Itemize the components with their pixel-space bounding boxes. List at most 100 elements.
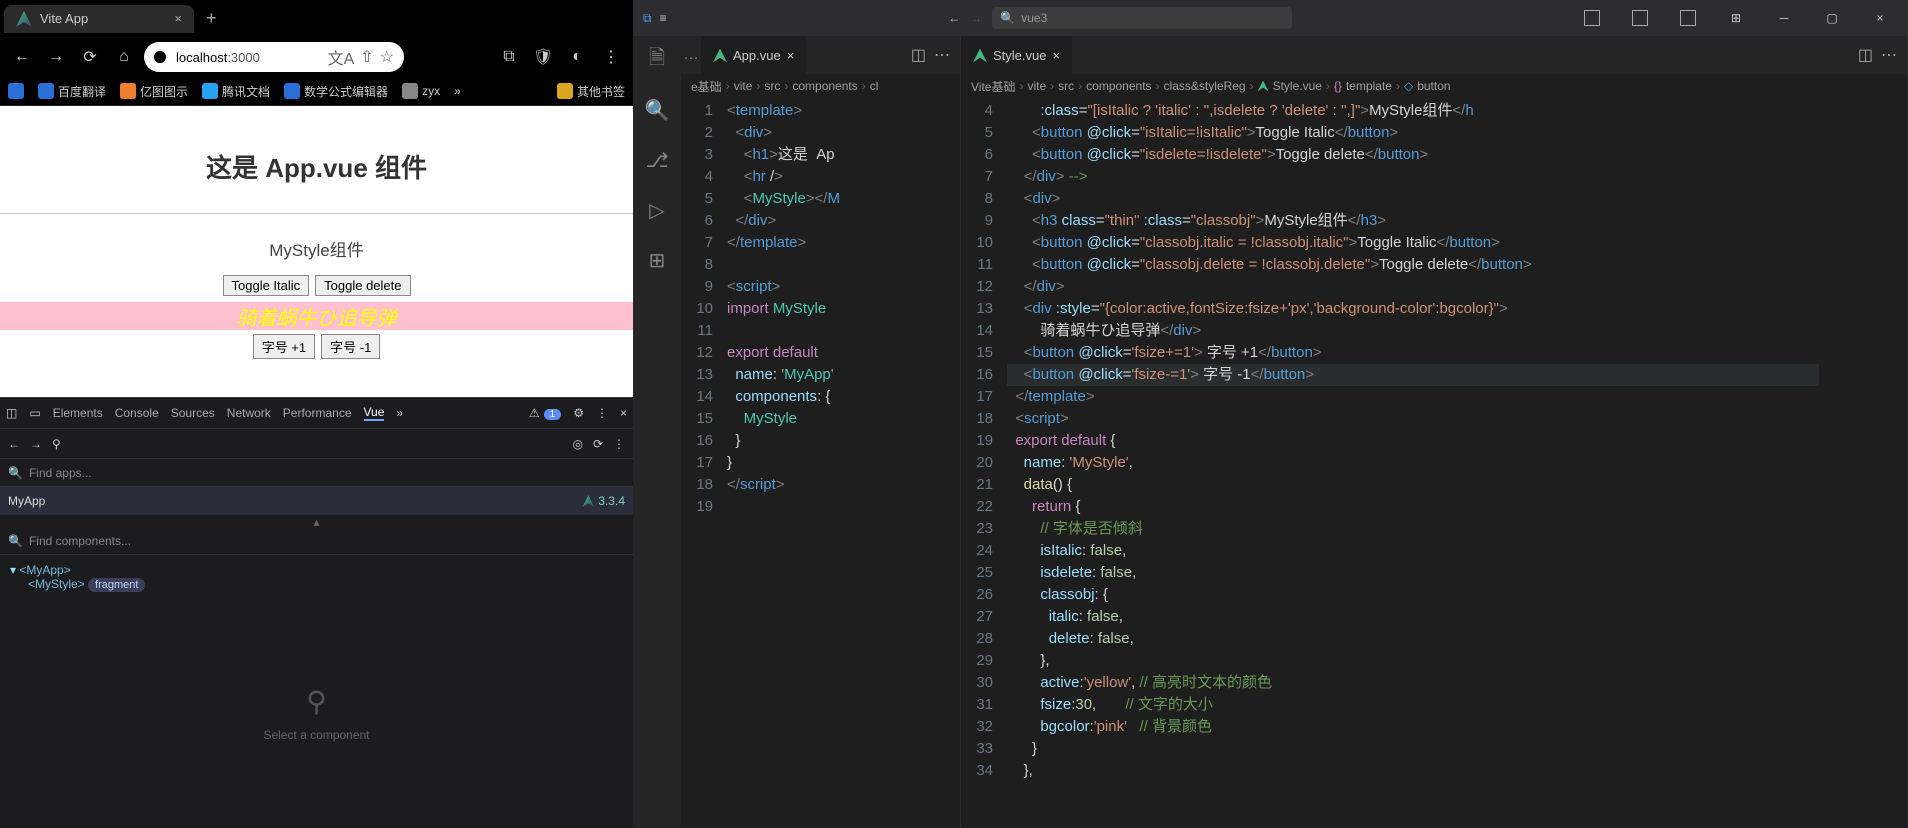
layout-icon[interactable] xyxy=(1618,0,1662,36)
forward-icon[interactable]: → xyxy=(30,437,42,451)
command-center[interactable]: 🔍 vue3 xyxy=(992,7,1292,29)
menu-button[interactable]: ⋮ xyxy=(597,43,625,71)
tab-elements[interactable]: Elements xyxy=(53,406,103,420)
maximize-button[interactable]: ▢ xyxy=(1810,0,1854,36)
back-icon[interactable]: ← xyxy=(8,437,20,451)
tab-app-vue[interactable]: App.vue × xyxy=(701,36,806,74)
tab-performance[interactable]: Performance xyxy=(283,406,352,420)
bookmark-folder[interactable]: 其他书签 xyxy=(557,83,625,100)
split-icon[interactable]: ◫ xyxy=(1858,45,1873,65)
tab-sources[interactable]: Sources xyxy=(171,406,215,420)
star-icon[interactable]: ☆ xyxy=(380,47,394,67)
styled-text: 骑着蜗牛ひ追导弹 xyxy=(0,302,633,330)
menu-icon[interactable]: ⋮ xyxy=(613,437,625,451)
target-icon[interactable]: ◎ xyxy=(572,437,582,451)
translate-icon[interactable]: 文A xyxy=(328,45,355,69)
more-icon[interactable]: ⋯ xyxy=(1881,45,1897,65)
find-components-input[interactable]: 🔍 Find components... xyxy=(0,527,633,555)
component-tree[interactable]: ▾ <MyApp> <MyStyle> fragment xyxy=(0,555,633,599)
devtools-panel: ◫ ▭ Elements Console Sources Network Per… xyxy=(0,397,633,828)
find-apps-input[interactable]: 🔍 Find apps... xyxy=(0,459,633,487)
tree-icon[interactable]: ⚲ xyxy=(52,437,61,451)
tab-style-vue[interactable]: Style.vue × xyxy=(961,36,1072,74)
bookmark-item[interactable]: 百度翻译 xyxy=(38,83,106,100)
bookmark-icon xyxy=(402,83,418,99)
overflow-icon[interactable]: » xyxy=(396,406,403,420)
minimap[interactable] xyxy=(872,98,960,828)
divider xyxy=(0,213,633,214)
explorer-icon[interactable]: 🗎 xyxy=(643,46,671,74)
bookmark-item[interactable]: 亿图图示 xyxy=(120,83,188,100)
bookmark-item[interactable]: zyx xyxy=(402,83,440,99)
folder-icon xyxy=(557,83,573,99)
url-host: localhost xyxy=(176,50,227,65)
close-icon[interactable]: × xyxy=(174,11,182,26)
warning-badge[interactable]: ⚠1 xyxy=(529,406,561,420)
bookmark-item[interactable]: 数学公式编辑器 xyxy=(284,83,388,100)
empty-state: ⚲ Select a component xyxy=(0,599,633,828)
share-icon[interactable]: ⇧ xyxy=(360,47,373,67)
run-debug-icon[interactable]: ▷ xyxy=(643,196,671,224)
layout-icon[interactable] xyxy=(1570,0,1614,36)
bookmark-item[interactable]: 腾讯文档 xyxy=(202,83,270,100)
split-icon[interactable]: ◫ xyxy=(911,45,926,65)
browser-tabstrip: Vite App × + xyxy=(0,0,633,38)
editor-left: … App.vue × ◫ ⋯ e基础› vite› src› compo xyxy=(681,36,961,828)
search-icon[interactable]: 🔍 xyxy=(643,96,671,124)
more-icon[interactable]: ⋯ xyxy=(934,45,950,65)
tab-vue[interactable]: Vue xyxy=(364,405,385,421)
profile-icon[interactable]: ◐ xyxy=(563,43,591,71)
gear-icon[interactable]: ⚙ xyxy=(573,406,584,420)
minimize-button[interactable]: ─ xyxy=(1762,0,1806,36)
close-icon[interactable]: × xyxy=(1052,48,1060,63)
overflow-icon[interactable]: » xyxy=(454,84,461,98)
url-port: :3000 xyxy=(227,50,260,65)
browser-tab[interactable]: Vite App × xyxy=(4,5,194,33)
menu-icon[interactable]: ⋮ xyxy=(596,406,608,420)
inspect-icon[interactable]: ◫ xyxy=(6,406,17,420)
vue-icon xyxy=(973,49,987,63)
bookmark-item[interactable] xyxy=(8,83,24,99)
shield-icon[interactable]: 🛡 xyxy=(529,43,557,71)
site-info-icon xyxy=(154,51,166,63)
tab-network[interactable]: Network xyxy=(227,406,271,420)
close-icon[interactable]: × xyxy=(787,48,795,63)
home-button[interactable]: ⌂ xyxy=(110,43,138,71)
app-row[interactable]: MyApp 3.3.4 xyxy=(0,487,633,515)
forward-button[interactable]: → xyxy=(42,43,70,71)
reload-button[interactable]: ⟳ xyxy=(76,43,104,71)
toggle-italic-button[interactable]: Toggle Italic xyxy=(223,275,310,296)
devtools-tabs: ◫ ▭ Elements Console Sources Network Per… xyxy=(0,397,633,429)
code-area[interactable]: 12345678910111213141516171819 <template>… xyxy=(681,98,960,828)
search-icon: 🔍 xyxy=(8,466,23,480)
address-bar[interactable]: localhost:3000 文A ⇧ ☆ xyxy=(144,42,404,72)
activity-bar: 🗎 🔍 ⎇ ▷ ⊞ xyxy=(633,36,681,828)
refresh-icon[interactable]: ⟳ xyxy=(593,437,603,451)
title-bar: ⧉ ≡ ← → 🔍 vue3 ⊞ ─ ▢ × xyxy=(633,0,1908,36)
code-area[interactable]: 4567891011121314151617181920212223242526… xyxy=(961,98,1907,828)
toggle-delete-button[interactable]: Toggle delete xyxy=(315,275,410,296)
source-control-icon[interactable]: ⎇ xyxy=(643,146,671,174)
close-icon[interactable]: × xyxy=(620,406,627,420)
tab-overflow[interactable]: … xyxy=(681,46,701,64)
layout-icon[interactable]: ⊞ xyxy=(1714,0,1758,36)
close-button[interactable]: × xyxy=(1858,0,1902,36)
font-inc-button[interactable]: 字号 +1 xyxy=(253,334,315,359)
bookmark-icon xyxy=(8,83,24,99)
extensions-icon[interactable]: ⊞ xyxy=(643,246,671,274)
tab-console[interactable]: Console xyxy=(115,406,159,420)
minimap[interactable] xyxy=(1819,98,1907,828)
breadcrumb[interactable]: e基础› vite› src› components› cl xyxy=(681,74,960,98)
vue-icon xyxy=(582,495,594,507)
back-button[interactable]: ← xyxy=(8,43,36,71)
layout-icon[interactable] xyxy=(1666,0,1710,36)
font-dec-button[interactable]: 字号 -1 xyxy=(321,334,380,359)
menu-icon[interactable]: ≡ xyxy=(660,11,667,26)
subtitle: MyStyle组件 xyxy=(269,236,363,261)
breadcrumb[interactable]: Vite基础› vite› src› components› class&sty… xyxy=(961,74,1907,98)
nav-fwd-icon[interactable]: → xyxy=(970,11,982,25)
device-icon[interactable]: ▭ xyxy=(29,406,40,420)
new-tab-button[interactable]: + xyxy=(206,8,217,29)
extensions-button[interactable]: ⧉ xyxy=(495,43,523,71)
nav-back-icon[interactable]: ← xyxy=(948,11,960,25)
